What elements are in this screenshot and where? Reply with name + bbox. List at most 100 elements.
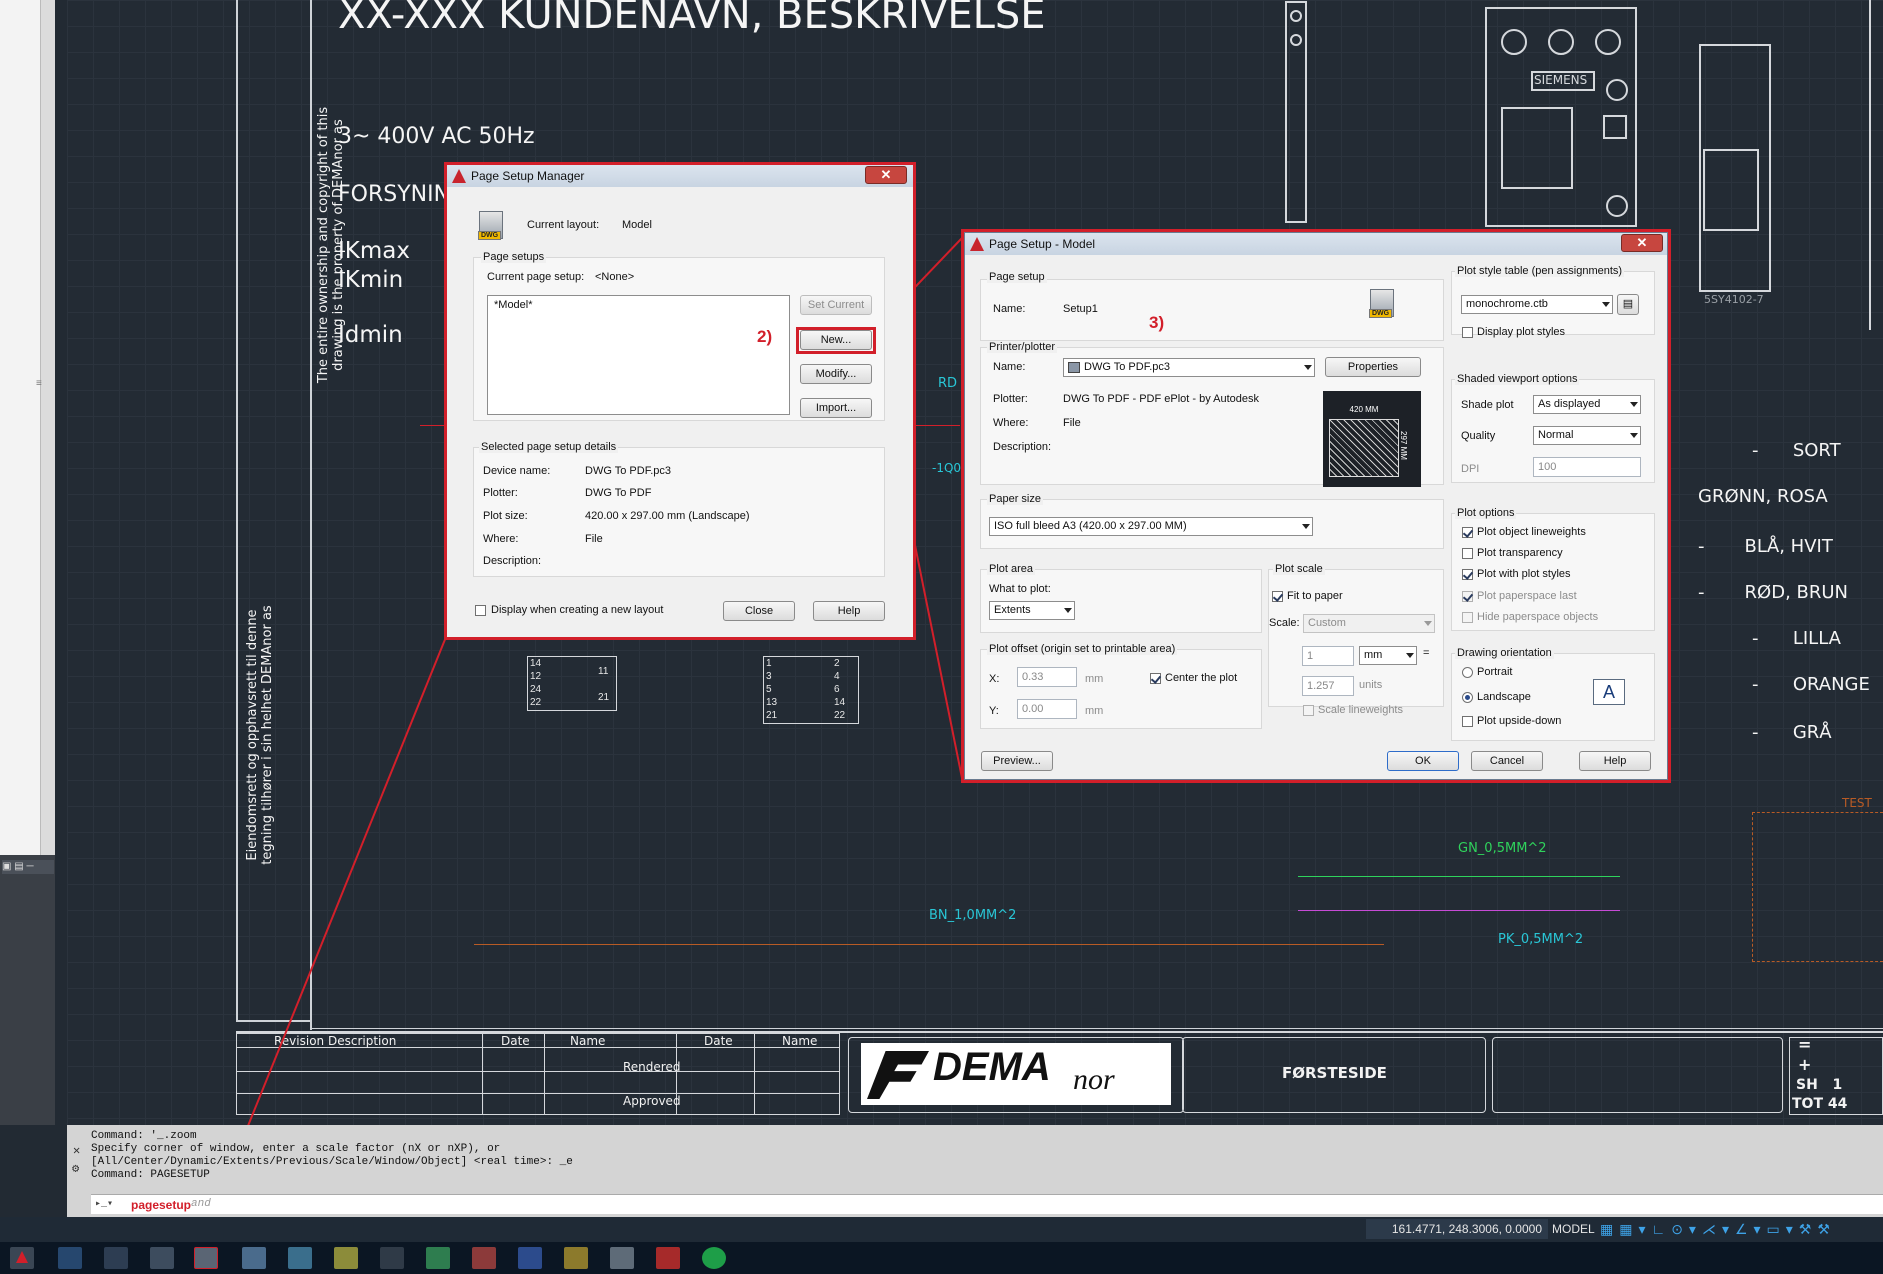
orientation-group-label: Drawing orientation [1455,647,1554,659]
quality-combo[interactable]: Normal [1533,426,1641,445]
what-to-plot-combo[interactable]: Extents [989,601,1075,620]
taskbar-icon[interactable] [564,1247,588,1269]
taskbar-icon[interactable] [380,1247,404,1269]
taskbar-icon[interactable] [472,1247,496,1269]
autocad-taskbar-icon[interactable] [10,1247,34,1269]
modify-button[interactable]: Modify... [800,364,872,384]
y-mm-label: mm [1085,705,1104,717]
panel-toolbar-icons[interactable]: ▣ ▤ ─ [2,860,54,874]
hide-paperspace-checkbox[interactable] [1462,612,1473,623]
color-6: - ORANGE [1752,674,1870,695]
display-when-creating-label: Display when creating a new layout [491,604,664,616]
border-line [310,1028,1883,1029]
pdf-taskbar-icon[interactable] [656,1247,680,1269]
sh-label: SH 1 [1796,1077,1843,1093]
cancel-button[interactable]: Cancel [1471,751,1543,771]
plotter-label: Plotter: [993,393,1028,405]
scale-combo[interactable]: Custom [1303,614,1435,633]
approved-label: Approved [623,1094,681,1108]
scale-lineweights-label: Scale lineweights [1318,704,1403,716]
plot-style-combo[interactable]: monochrome.ctb [1461,295,1613,314]
chevron-down-icon [1304,365,1312,370]
scale-den-input[interactable]: 1.257 [1302,676,1354,696]
taskbar-icon[interactable] [518,1247,542,1269]
command-input[interactable]: ▸_▾ pagesetup and [91,1194,1883,1214]
taskbar-icon[interactable] [104,1247,128,1269]
wrench-icon[interactable]: ⚙ [72,1161,79,1176]
dpi-label: DPI [1461,463,1480,475]
display-when-creating-checkbox[interactable] [475,605,486,616]
x-mm-label: mm [1085,673,1104,685]
paper-size-combo[interactable]: ISO full bleed A3 (420.00 x 297.00 MM) [989,517,1313,536]
new-button[interactable]: New... [800,330,872,350]
orientation-icon: A [1593,679,1625,705]
psm-titlebar: Page Setup Manager [447,165,913,187]
ps-titlebar: Page Setup - Model [965,233,1667,255]
help-button[interactable]: Help [1579,751,1651,771]
help-button[interactable]: Help [813,601,885,621]
autocad-window: ≡ ▣ ▤ ─ The entire ownership and copyrig… [0,0,1883,1274]
plot-with-styles-checkbox[interactable] [1462,569,1473,580]
ok-button[interactable]: OK [1387,751,1459,771]
shade-plot-combo[interactable]: As displayed [1533,395,1641,414]
taskbar-icon[interactable] [150,1247,174,1269]
plot-scale-group-label: Plot scale [1273,563,1325,575]
set-current-button[interactable]: Set Current [800,295,872,315]
list-item-model[interactable]: *Model* [494,299,533,311]
coordinates[interactable]: 161.4771, 248.3006, 0.0000 [1366,1219,1548,1239]
close-button[interactable]: Close [723,601,795,621]
name-header-2: Name [782,1034,818,1048]
import-button[interactable]: Import... [800,398,872,418]
y-offset-input[interactable]: 0.00 [1017,699,1077,719]
page-setup-manager-dialog: Page Setup Manager ✕ DWG Current layout:… [446,164,914,638]
upside-down-label: Plot upside-down [1477,715,1562,727]
fit-to-paper-checkbox[interactable] [1272,591,1283,602]
status-tool-icons[interactable]: ▦▦▾∟⊙▾⋌▾∠▾▭▾⚒⚒ [1600,1220,1883,1238]
taskbar-icon[interactable] [58,1247,82,1269]
paper-preview: 420 MM 297 MM [1323,391,1421,487]
portrait-label: Portrait [1477,666,1513,678]
x-label: X: [989,673,1000,685]
plot-lineweights-checkbox[interactable] [1462,527,1473,538]
left-palette-scrollbar[interactable] [40,0,55,855]
page-setups-list[interactable]: *Model* [487,295,790,415]
plot-size-label: Plot size: [483,510,528,522]
x-offset-input[interactable]: 0.33 [1017,667,1077,687]
plot-paperspace-last-label: Plot paperspace last [1477,590,1577,602]
scale-num-input[interactable]: 1 [1302,646,1354,666]
taskbar-icon[interactable] [288,1247,312,1269]
close-cmd-icon[interactable]: ✕ [73,1143,80,1158]
scale-lineweights-checkbox[interactable] [1303,705,1314,716]
taskbar-icon[interactable] [242,1247,266,1269]
landscape-radio[interactable] [1462,692,1473,703]
edit-plot-style-icon[interactable]: ▤ [1617,294,1639,315]
display-plot-styles-checkbox[interactable] [1462,327,1473,338]
upside-down-checkbox[interactable] [1462,716,1473,727]
plot-paperspace-last-checkbox[interactable] [1462,591,1473,602]
contact-no: 2 [834,658,840,669]
dwg-file-icon: DWG [1369,289,1394,318]
shade-plot-label: Shade plot [1461,399,1514,411]
ps-name-value: Setup1 [1063,303,1098,315]
where-label: Where: [993,417,1029,429]
taskbar-icon[interactable] [194,1247,218,1269]
psm-close-icon[interactable]: ✕ [865,166,907,184]
spotify-taskbar-icon[interactable] [702,1247,726,1269]
model-toggle[interactable]: MODEL [1552,1219,1596,1239]
plot-transparency-checkbox[interactable] [1462,548,1473,559]
taskbar-icon[interactable] [610,1247,634,1269]
printer-name-combo[interactable]: DWG To PDF.pc3 [1063,358,1315,377]
taskbar-icon[interactable] [334,1247,358,1269]
chevron-down-icon [1602,302,1610,307]
logo-subtext: nor [1073,1063,1115,1096]
properties-button[interactable]: Properties [1325,357,1421,377]
scale-unit-combo[interactable]: mm [1359,646,1417,665]
preview-button[interactable]: Preview... [981,751,1053,771]
current-layout-label: Current layout: [527,219,600,231]
ps-close-icon[interactable]: ✕ [1621,234,1663,252]
portrait-radio[interactable] [1462,667,1473,678]
center-the-plot-checkbox[interactable] [1150,673,1161,684]
taskbar-icon[interactable] [426,1247,450,1269]
dpi-input[interactable]: 100 [1533,457,1641,477]
grip-icon[interactable]: ≡ [36,378,44,392]
